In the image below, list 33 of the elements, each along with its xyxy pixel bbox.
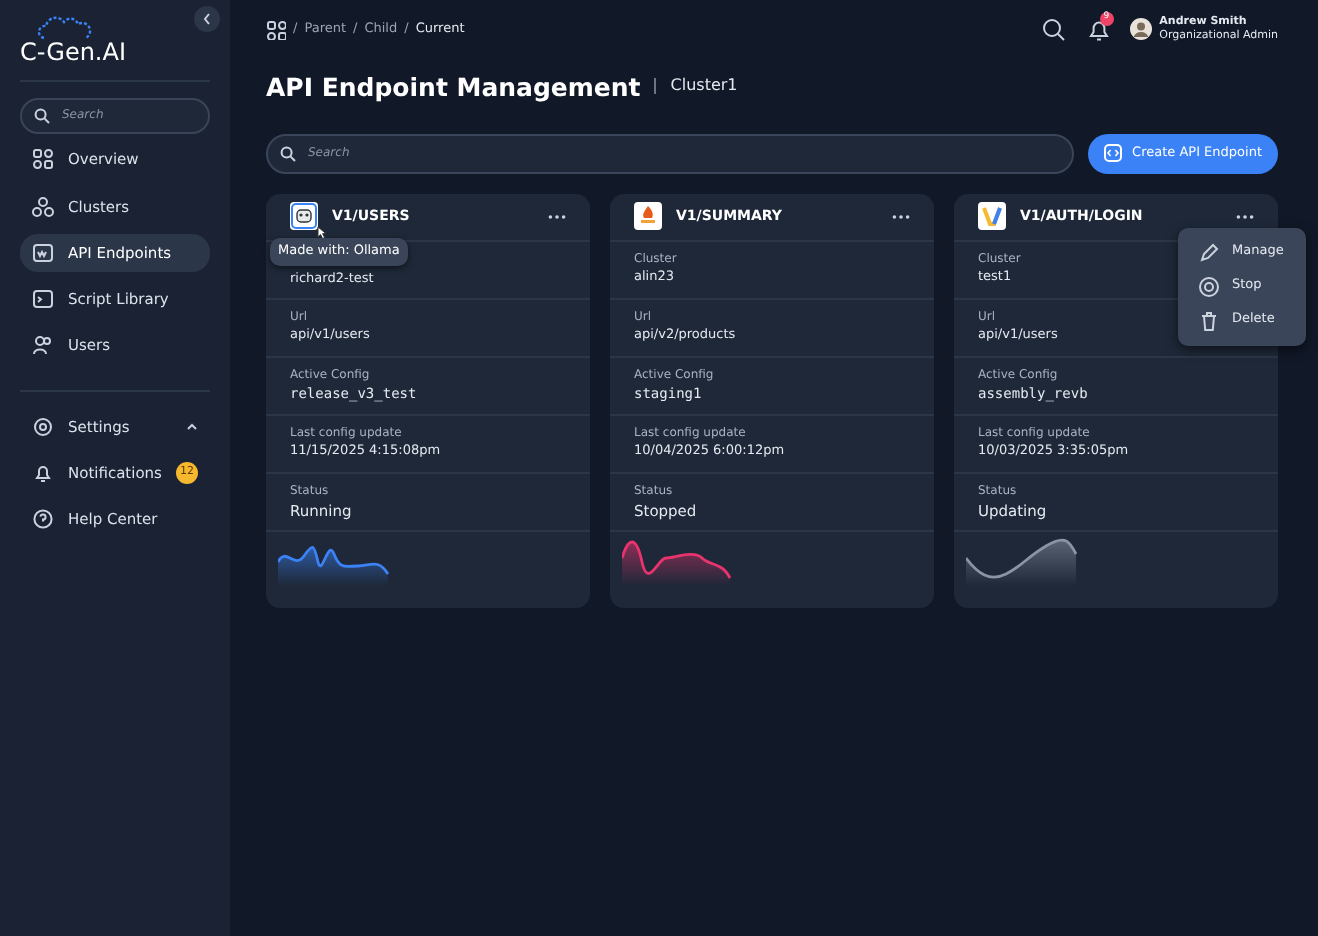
more-icon[interactable]	[892, 213, 910, 220]
users-icon	[32, 334, 54, 357]
more-icon[interactable]	[548, 213, 566, 220]
search-icon	[34, 107, 50, 124]
search-icon	[280, 145, 296, 162]
more-icon[interactable]	[1236, 213, 1254, 220]
trash-icon	[1198, 309, 1220, 332]
bell-icon[interactable]	[1087, 17, 1110, 42]
home-grid-icon	[266, 19, 286, 40]
bell-icon	[32, 461, 54, 484]
settings-icon	[32, 415, 54, 438]
pencil-icon	[1198, 241, 1220, 264]
page-title: API Endpoint Management	[266, 71, 641, 102]
collapse-button[interactable]	[194, 6, 220, 32]
code-icon	[1104, 144, 1123, 163]
overview-icon	[32, 148, 54, 171]
logo-text: C-Gen.AI	[20, 39, 128, 64]
v-logo-icon	[978, 202, 1006, 231]
avatar-icon	[1130, 18, 1153, 41]
cursor-icon	[316, 225, 328, 240]
stop-icon	[1198, 275, 1220, 298]
help-icon	[32, 508, 54, 531]
cluster-name: Cluster1	[670, 74, 738, 99]
terminal-icon	[32, 288, 54, 311]
sparkline-chart	[621, 538, 733, 587]
search-icon[interactable]	[1042, 17, 1067, 42]
sparkline-chart	[965, 538, 1077, 587]
cloud-logo-icon	[36, 15, 96, 40]
robot-logo-icon	[290, 202, 318, 231]
flame-logo-icon	[634, 202, 662, 231]
api-icon	[32, 241, 54, 264]
chevron-left-icon	[202, 12, 212, 26]
cluster-icon	[32, 195, 54, 218]
